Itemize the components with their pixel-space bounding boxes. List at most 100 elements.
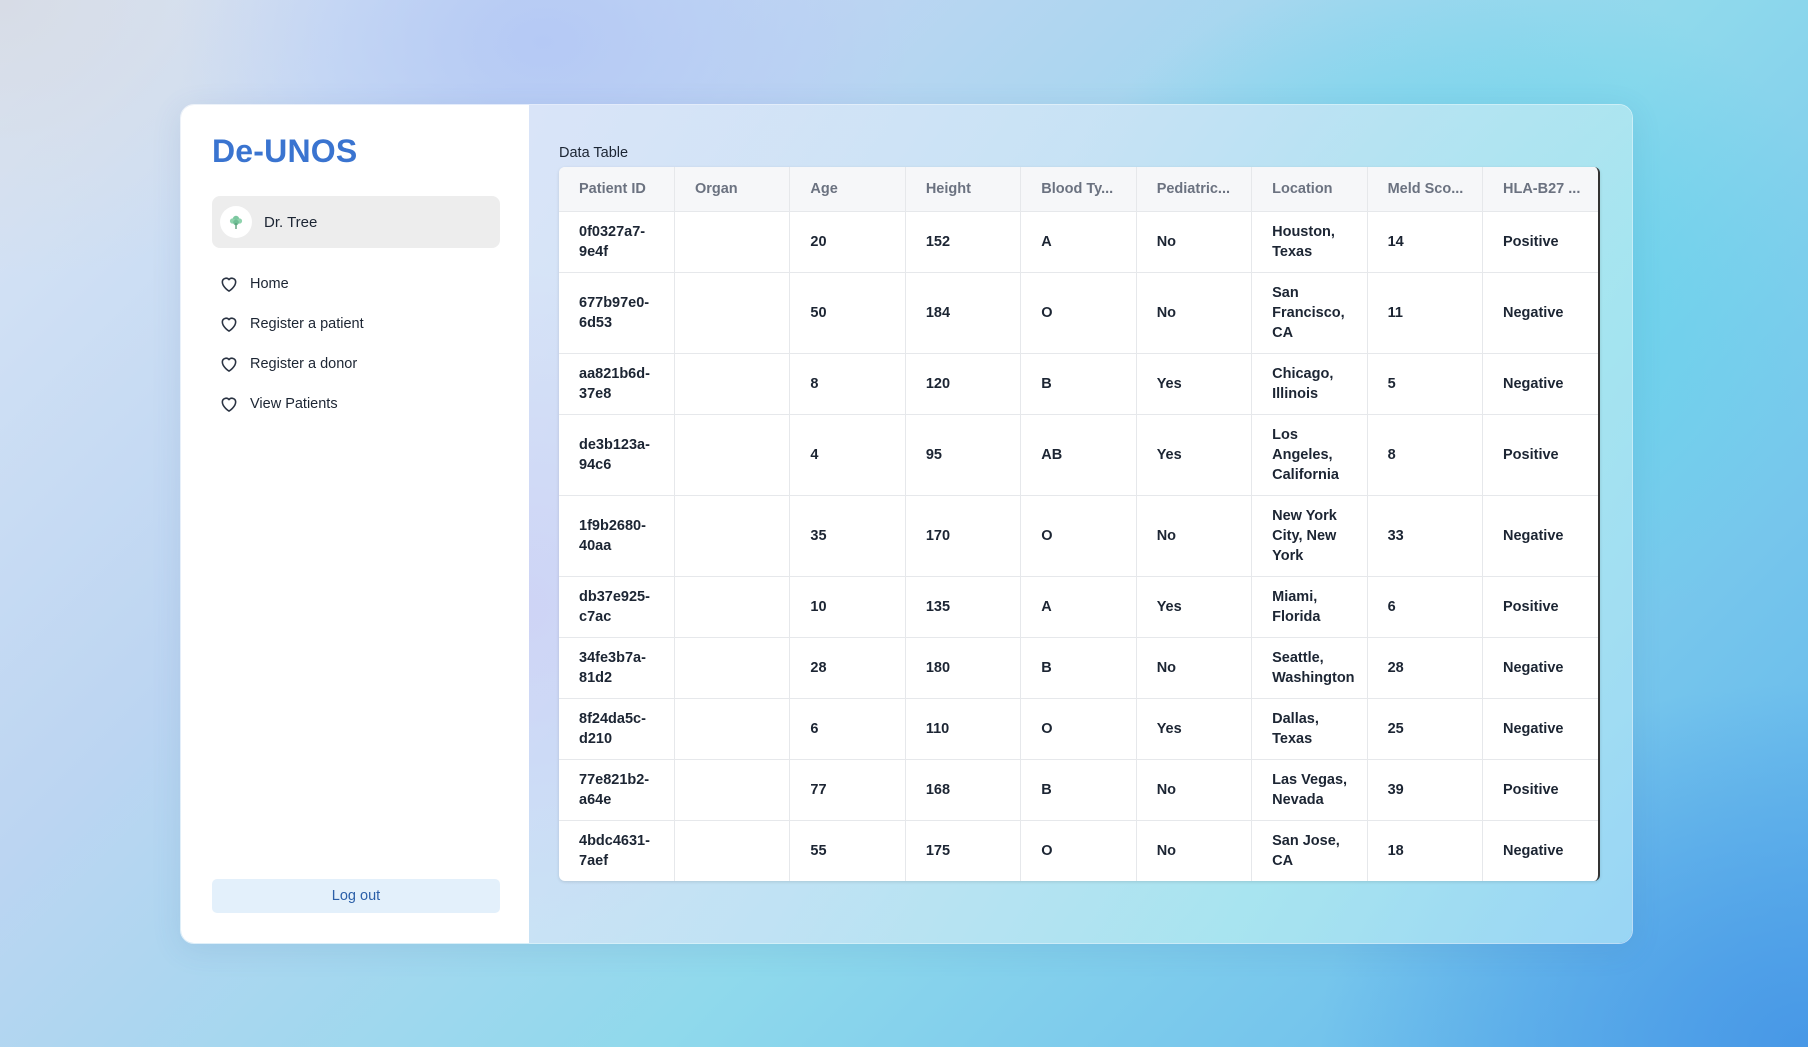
- sidebar-item-label: View Patients: [250, 396, 338, 412]
- sidebar-item-home[interactable]: Home: [219, 264, 364, 304]
- table-row[interactable]: 0f0327a7-9e4f 20 152 A No Houston, Texas 14 Pos…: [559, 211, 1598, 273]
- table-cell: No: [1136, 495, 1253, 577]
- table-cell: No: [1136, 820, 1253, 881]
- table-cell: 95: [905, 414, 1022, 496]
- table-row[interactable]: 1f9b2680-40aa 35 170 O No New York City, New …: [559, 495, 1598, 577]
- table-cell: No: [1136, 637, 1253, 699]
- user-name: Dr. Tree: [264, 213, 318, 231]
- table-title: Data Table: [559, 145, 629, 161]
- table-cell: Negative: [1482, 495, 1598, 577]
- table-cell: 184: [905, 272, 1022, 354]
- table-cell: 20: [789, 211, 906, 273]
- table-cell: 120: [905, 353, 1022, 415]
- table-cell: Los Angeles, California: [1251, 414, 1368, 496]
- table-cell: 168: [905, 759, 1022, 821]
- table-cell: No: [1136, 759, 1253, 821]
- table-header-row: Patient ID Organ Age Height Blood Ty... Pedia…: [559, 167, 1598, 212]
- table-row[interactable]: 4bdc4631-7aef 55 175 O No San Jose, CA 18 Negat…: [559, 820, 1598, 881]
- table-cell: Positive: [1482, 759, 1598, 821]
- table-body: 0f0327a7-9e4f 20 152 A No Houston, Texas 14 Pos…: [559, 211, 1598, 881]
- table-cell: Miami, Florida: [1251, 576, 1368, 638]
- table-cell: 77: [789, 759, 906, 821]
- table-cell: [674, 576, 791, 638]
- table-cell: [674, 211, 791, 273]
- sidebar-item-view-patients[interactable]: View Patients: [219, 384, 364, 424]
- table-cell: A: [1020, 211, 1137, 273]
- sidebar-item-register-patient[interactable]: Register a patient: [219, 304, 364, 344]
- table-cell: 5: [1367, 353, 1484, 415]
- table-cell: 35: [789, 495, 906, 577]
- table-cell: db37e925-c7ac: [559, 576, 675, 638]
- table-cell: O: [1020, 495, 1137, 577]
- table-cell: San Francisco, CA: [1251, 272, 1368, 354]
- sidebar-item-label: Register a patient: [250, 316, 364, 332]
- column-header[interactable]: Meld Sco...: [1367, 167, 1484, 212]
- column-header[interactable]: Height: [905, 167, 1022, 212]
- column-header[interactable]: Age: [789, 167, 906, 212]
- table-cell: 39: [1367, 759, 1484, 821]
- table-cell: Las Vegas, Nevada: [1251, 759, 1368, 821]
- table-row[interactable]: db37e925-c7ac 10 135 A Yes Miami, Florida 6 Pos…: [559, 576, 1598, 638]
- table-row[interactable]: 8f24da5c-d210 6 110 O Yes Dallas, Texas 25 Nega…: [559, 698, 1598, 760]
- table-cell: Negative: [1482, 272, 1598, 354]
- table-cell: 28: [789, 637, 906, 699]
- table-cell: No: [1136, 211, 1253, 273]
- table-cell: Houston, Texas: [1251, 211, 1368, 273]
- table-cell: Positive: [1482, 414, 1598, 496]
- table-cell: B: [1020, 759, 1137, 821]
- table-cell: Negative: [1482, 353, 1598, 415]
- sidebar-item-register-donor[interactable]: Register a donor: [219, 344, 364, 384]
- table-row[interactable]: de3b123a-94c6 4 95 AB Yes Los Angeles, Califo…: [559, 414, 1598, 496]
- data-table: Patient ID Organ Age Height Blood Ty... Pedia…: [559, 167, 1600, 881]
- avatar: [220, 206, 252, 238]
- table-cell: 4bdc4631-7aef: [559, 820, 675, 881]
- sidebar-item-label: Register a donor: [250, 356, 358, 372]
- table-row[interactable]: 77e821b2-a64e 77 168 B No Las Vegas, Nevada 39…: [559, 759, 1598, 821]
- table-row[interactable]: 34fe3b7a-81d2 28 180 B No Seattle, Washington…: [559, 637, 1598, 699]
- table-cell: [674, 272, 791, 354]
- sidebar: De-UNOS Dr. Tree Home Register a patient…: [181, 105, 529, 943]
- table-cell: 10: [789, 576, 906, 638]
- table-cell: 0f0327a7-9e4f: [559, 211, 675, 273]
- brand-title: De-UNOS: [212, 133, 358, 169]
- column-header[interactable]: Blood Ty...: [1020, 167, 1137, 212]
- table-cell: Negative: [1482, 637, 1598, 699]
- tree-icon: [229, 215, 243, 229]
- table-cell: 11: [1367, 272, 1484, 354]
- column-header[interactable]: Location: [1251, 167, 1368, 212]
- logout-button[interactable]: Log out: [212, 879, 500, 913]
- table-cell: B: [1020, 637, 1137, 699]
- table-cell: Negative: [1503, 843, 1564, 859]
- column-header[interactable]: HLA-B27 ...: [1482, 167, 1598, 212]
- sidebar-nav: Home Register a patient Register a donor…: [219, 264, 364, 424]
- table-cell: B: [1020, 353, 1137, 415]
- table-cell: 25: [1367, 698, 1484, 760]
- sidebar-item-label: Home: [250, 276, 289, 292]
- table-cell: O: [1020, 272, 1137, 354]
- column-header[interactable]: Patient ID: [559, 167, 675, 212]
- column-header[interactable]: Pediatric...: [1136, 167, 1253, 212]
- heart-icon: [219, 314, 239, 334]
- table-row[interactable]: 677b97e0-6d53 50 184 O No San Francisco, CA 11…: [559, 272, 1598, 354]
- table-cell: [674, 698, 791, 760]
- table-cell: 4: [789, 414, 906, 496]
- table-cell: 6: [789, 698, 906, 760]
- user-card[interactable]: Dr. Tree: [212, 196, 500, 248]
- table-cell: 175: [905, 820, 1022, 881]
- table-cell: Dallas, Texas: [1251, 698, 1368, 760]
- column-header[interactable]: Organ: [674, 167, 791, 212]
- table-cell: 170: [905, 495, 1022, 577]
- table-cell: 135: [905, 576, 1022, 638]
- table-row[interactable]: aa821b6d-37e8 8 120 B Yes Chicago, Illinois 5 N…: [559, 353, 1598, 415]
- table-cell: 50: [789, 272, 906, 354]
- table-cell: aa821b6d-37e8: [559, 353, 675, 415]
- table-cell: O: [1020, 698, 1137, 760]
- table-cell: 34fe3b7a-81d2: [559, 637, 675, 699]
- table-cell: 33: [1367, 495, 1484, 577]
- table-cell: 677b97e0-6d53: [559, 272, 675, 354]
- table-cell: 14: [1367, 211, 1484, 273]
- table-cell: 28: [1367, 637, 1484, 699]
- table-cell: 77e821b2-a64e: [559, 759, 675, 821]
- table-cell: [674, 353, 791, 415]
- table-cell: [674, 495, 791, 577]
